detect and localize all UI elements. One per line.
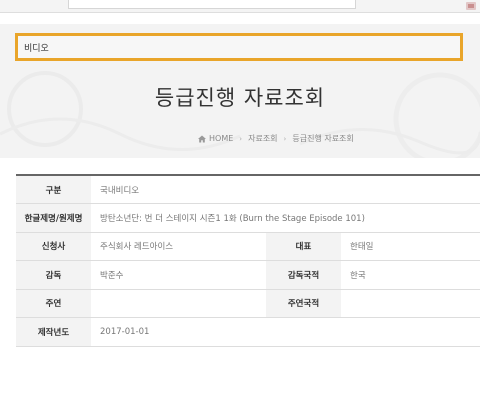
rating-info-table: 구분 국내비디오 한글제명/원제명 방탄소년단: 번 더 스테이지 시즌1 1화… xyxy=(16,174,480,347)
table-row: 한글제명/원제명 방탄소년단: 번 더 스테이지 시즌1 1화 (Burn th… xyxy=(16,203,480,233)
director-value: 박준수 xyxy=(91,260,266,290)
applicant-value: 주식회사 레드아이스 xyxy=(91,231,266,261)
breadcrumb: HOME › 자료조회 › 등급진행 자료조회 xyxy=(198,133,354,144)
director-label: 감독 xyxy=(16,260,91,290)
table-row: 신청사 주식회사 레드아이스 대표 한태일 xyxy=(16,231,480,261)
table-row: 구분 국내비디오 xyxy=(16,174,480,204)
category-value: 국내비디오 xyxy=(91,174,480,204)
breadcrumb-current: 등급진행 자료조회 xyxy=(292,134,354,143)
title-value: 방탄소년단: 번 더 스테이지 시즌1 1화 (Burn the Stage E… xyxy=(91,203,480,233)
table-row: 주연 주연국적 xyxy=(16,288,480,318)
lead-actor-nationality-label: 주연국적 xyxy=(266,288,341,318)
breadcrumb-home-link[interactable]: HOME xyxy=(209,134,233,143)
browser-toolbar xyxy=(0,0,480,13)
representative-label: 대표 xyxy=(266,231,341,261)
title-label: 한글제명/원제명 xyxy=(16,203,91,233)
lead-actor-label: 주연 xyxy=(16,288,91,318)
category-label: 구분 xyxy=(16,174,91,204)
production-date-value: 2017-01-01 xyxy=(91,317,480,347)
home-icon xyxy=(198,135,206,142)
page-title: 등급진행 자료조회 xyxy=(154,86,326,110)
lead-actor-value xyxy=(91,288,266,318)
production-date-label: 제작년도 xyxy=(16,317,91,347)
applicant-label: 신청사 xyxy=(16,231,91,261)
address-field[interactable] xyxy=(68,0,356,9)
table-row: 제작년도 2017-01-01 xyxy=(16,317,480,347)
chevron-right-icon: › xyxy=(239,134,243,143)
search-input[interactable]: 비디오 xyxy=(15,33,463,61)
director-nationality-label: 감독국적 xyxy=(266,260,341,290)
director-nationality-value: 한국 xyxy=(341,260,480,290)
extension-icon[interactable] xyxy=(466,2,476,10)
breadcrumb-item[interactable]: 자료조회 xyxy=(248,133,277,144)
chevron-right-icon: › xyxy=(283,134,287,143)
lead-actor-nationality-value xyxy=(341,288,480,318)
table-row: 감독 박준수 감독국적 한국 xyxy=(16,260,480,290)
representative-value: 한태일 xyxy=(341,231,480,261)
